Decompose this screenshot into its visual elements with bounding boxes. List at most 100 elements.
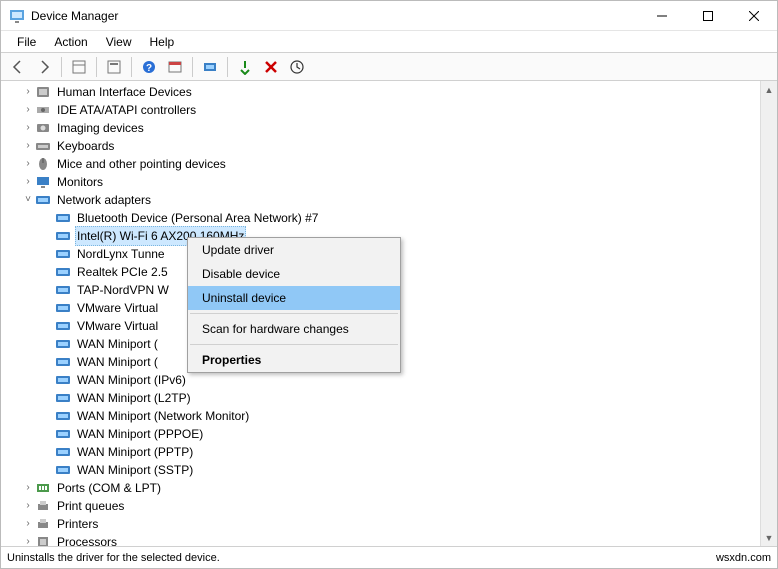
tree-item[interactable]: · WAN Miniport (L2TP) [1, 389, 777, 407]
update-driver-button[interactable] [198, 55, 222, 79]
statusbar: Uninstalls the driver for the selected d… [1, 546, 777, 568]
tree-item[interactable]: · WAN Miniport (Network Monitor) [1, 407, 777, 425]
expander-spacer: · [41, 263, 55, 281]
expander-spacer: · [41, 317, 55, 335]
network-adapter-icon [55, 372, 71, 388]
toolbar-separator [192, 57, 193, 77]
tree-category-label: Network adapters [55, 191, 153, 209]
tree-item-label: VMware Virtual [75, 299, 160, 317]
tree-item[interactable]: · WAN Miniport (PPPOE) [1, 425, 777, 443]
tree-category-mouse[interactable]: › Mice and other pointing devices [1, 155, 777, 173]
scan-hardware-button[interactable] [285, 55, 309, 79]
show-hide-tree-button[interactable] [67, 55, 91, 79]
menubar: File Action View Help [1, 31, 777, 53]
menu-file[interactable]: File [9, 33, 44, 51]
tree-category-label: Keyboards [55, 137, 116, 155]
tree-item[interactable]: · WAN Miniport (IPv6) [1, 371, 777, 389]
close-button[interactable] [731, 1, 777, 31]
expander-icon[interactable]: › [21, 479, 35, 497]
tree-item-label: TAP-NordVPN W [75, 281, 171, 299]
menu-action[interactable]: Action [46, 33, 95, 51]
help-button[interactable]: ? [137, 55, 161, 79]
expander-spacer: · [41, 281, 55, 299]
expander-icon[interactable]: › [21, 155, 35, 173]
print-icon [35, 498, 51, 514]
context-menu-item[interactable]: Properties [188, 348, 400, 372]
network-adapter-icon [55, 426, 71, 442]
toolbar-separator [96, 57, 97, 77]
forward-button[interactable] [32, 55, 56, 79]
tree-item-label: Realtek PCIe 2.5 [75, 263, 170, 281]
context-menu-item[interactable]: Uninstall device [188, 286, 400, 310]
toolbar-separator [131, 57, 132, 77]
tree-category-cpu[interactable]: › Processors [1, 533, 777, 546]
tree-category-label: Imaging devices [55, 119, 146, 137]
minimize-button[interactable] [639, 1, 685, 31]
context-menu-separator [190, 344, 398, 345]
network-adapter-icon [55, 282, 71, 298]
tree-category-pq[interactable]: › Print queues [1, 497, 777, 515]
scroll-down-icon[interactable]: ▼ [761, 529, 777, 546]
tree-item-label: WAN Miniport (PPPOE) [75, 425, 205, 443]
ide-icon [35, 102, 51, 118]
tree-item-label: WAN Miniport (Network Monitor) [75, 407, 251, 425]
tree-category-ports[interactable]: › Ports (COM & LPT) [1, 479, 777, 497]
expander-icon[interactable]: ˅ [21, 191, 35, 209]
mon-icon [35, 174, 51, 190]
vertical-scrollbar[interactable]: ▲ ▼ [760, 81, 777, 546]
expander-spacer: · [41, 353, 55, 371]
context-menu-item[interactable]: Update driver [188, 238, 400, 262]
context-menu-item[interactable]: Disable device [188, 262, 400, 286]
mouse-icon [35, 156, 51, 172]
menu-help[interactable]: Help [142, 33, 183, 51]
tree-item-label: WAN Miniport (PPTP) [75, 443, 195, 461]
tree-category-label: IDE ATA/ATAPI controllers [55, 101, 198, 119]
network-adapter-icon [55, 264, 71, 280]
action-button[interactable] [163, 55, 187, 79]
network-adapter-icon [55, 336, 71, 352]
network-adapter-icon [55, 300, 71, 316]
network-adapter-icon [55, 390, 71, 406]
maximize-button[interactable] [685, 1, 731, 31]
properties-button[interactable] [102, 55, 126, 79]
expander-spacer: · [41, 371, 55, 389]
menu-view[interactable]: View [98, 33, 140, 51]
context-menu: Update driverDisable deviceUninstall dev… [187, 237, 401, 373]
uninstall-device-button[interactable] [259, 55, 283, 79]
tree-category-net[interactable]: ˅ Network adapters [1, 191, 777, 209]
tree-category-ide[interactable]: › IDE ATA/ATAPI controllers [1, 101, 777, 119]
scroll-up-icon[interactable]: ▲ [761, 81, 777, 98]
tree-item-label: WAN Miniport (L2TP) [75, 389, 193, 407]
network-adapter-icon [55, 228, 71, 244]
network-adapter-icon [55, 210, 71, 226]
tree-category-mon[interactable]: › Monitors [1, 173, 777, 191]
toolbar-separator [61, 57, 62, 77]
expander-icon[interactable]: › [21, 173, 35, 191]
tree-category-hid[interactable]: › Human Interface Devices [1, 83, 777, 101]
expander-spacer: · [41, 461, 55, 479]
enable-device-button[interactable] [233, 55, 257, 79]
tree-item[interactable]: · WAN Miniport (PPTP) [1, 443, 777, 461]
tree-category-img[interactable]: › Imaging devices [1, 119, 777, 137]
tree-category-label: Printers [55, 515, 100, 533]
expander-icon[interactable]: › [21, 119, 35, 137]
expander-icon[interactable]: › [21, 533, 35, 546]
tree-category-kbd[interactable]: › Keyboards [1, 137, 777, 155]
status-right-text: wsxdn.com [716, 552, 771, 564]
back-button[interactable] [6, 55, 30, 79]
expander-icon[interactable]: › [21, 497, 35, 515]
tree-item[interactable]: · WAN Miniport (SSTP) [1, 461, 777, 479]
net-icon [35, 192, 51, 208]
tree-item-label: WAN Miniport (IPv6) [75, 371, 188, 389]
expander-icon[interactable]: › [21, 515, 35, 533]
expander-spacer: · [41, 443, 55, 461]
expander-icon[interactable]: › [21, 137, 35, 155]
expander-icon[interactable]: › [21, 101, 35, 119]
expander-icon[interactable]: › [21, 83, 35, 101]
tree-item-label: WAN Miniport ( [75, 353, 160, 371]
tree-item[interactable]: · Bluetooth Device (Personal Area Networ… [1, 209, 777, 227]
context-menu-item[interactable]: Scan for hardware changes [188, 317, 400, 341]
tree-category-pr[interactable]: › Printers [1, 515, 777, 533]
context-menu-separator [190, 313, 398, 314]
toolbar-separator [227, 57, 228, 77]
